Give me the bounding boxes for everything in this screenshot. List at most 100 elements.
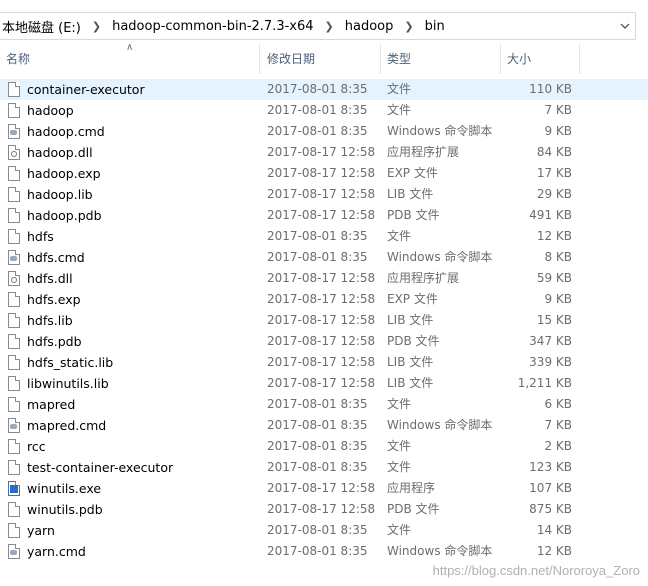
- file-name: yarn.cmd: [27, 544, 86, 559]
- file-modified-date: 2017-08-01 8:35: [267, 523, 368, 537]
- breadcrumb-folder-hadoop-common[interactable]: hadoop-common-bin-2.7.3-x64: [110, 19, 315, 34]
- file-size: 339 KB: [529, 355, 572, 369]
- address-bar[interactable]: 本地磁盘 (E:) ❯ hadoop-common-bin-2.7.3-x64 …: [0, 12, 636, 40]
- file-modified-date: 2017-08-01 8:35: [267, 250, 368, 264]
- breadcrumb-folder-bin[interactable]: bin: [423, 19, 447, 34]
- file-name: container-executor: [27, 82, 145, 97]
- chevron-right-icon[interactable]: ❯: [83, 20, 110, 33]
- file-row[interactable]: hadoop.exp 2017-08-17 12:58 EXP 文件 17 KB: [0, 163, 648, 184]
- column-divider[interactable]: [259, 44, 260, 74]
- file-size: 12 KB: [536, 544, 572, 558]
- file-modified-date: 2017-08-17 12:58: [267, 334, 376, 348]
- file-name: rcc: [27, 439, 46, 454]
- file-row[interactable]: yarn.cmd 2017-08-01 8:35 Windows 命令脚本 12 KB: [0, 541, 648, 562]
- address-history-button[interactable]: [615, 13, 635, 39]
- file-row[interactable]: mapred 2017-08-01 8:35 文件 6 KB: [0, 394, 648, 415]
- file-row[interactable]: hdfs.cmd 2017-08-01 8:35 Windows 命令脚本 8 KB: [0, 247, 648, 268]
- file-row[interactable]: mapred.cmd 2017-08-01 8:35 Windows 命令脚本 7 K…: [0, 415, 648, 436]
- file-icon: [8, 187, 20, 202]
- chevron-right-icon[interactable]: ❯: [316, 20, 343, 33]
- file-size: 7 KB: [544, 418, 572, 432]
- file-type: Windows 命令脚本: [387, 124, 493, 138]
- file-icon: [8, 397, 20, 412]
- file-row[interactable]: rcc 2017-08-01 8:35 文件 2 KB: [0, 436, 648, 457]
- exe-icon: [8, 481, 20, 496]
- column-divider[interactable]: [579, 44, 580, 74]
- file-size: 6 KB: [544, 397, 572, 411]
- breadcrumb-drive[interactable]: 本地磁盘 (E:): [0, 17, 83, 36]
- file-row[interactable]: test-container-executor 2017-08-01 8:35 文件…: [0, 457, 648, 478]
- file-modified-date: 2017-08-01 8:35: [267, 418, 368, 432]
- file-row[interactable]: winutils.pdb 2017-08-17 12:58 PDB 文件 875 KB: [0, 499, 648, 520]
- file-size: 7 KB: [544, 103, 572, 117]
- file-type: 文件: [387, 103, 412, 117]
- file-icon: [8, 208, 20, 223]
- file-modified-date: 2017-08-01 8:35: [267, 103, 368, 117]
- file-row[interactable]: hadoop 2017-08-01 8:35 文件 7 KB: [0, 100, 648, 121]
- file-icon: [8, 103, 20, 118]
- file-type: 文件: [387, 82, 412, 96]
- file-icon: [8, 460, 20, 475]
- file-size: 107 KB: [529, 481, 572, 495]
- column-header-date[interactable]: 修改日期: [261, 44, 380, 74]
- file-type: LIB 文件: [387, 187, 434, 201]
- breadcrumb-folder-hadoop[interactable]: hadoop: [343, 19, 396, 34]
- file-icon: [8, 502, 20, 517]
- cmd-script-icon: [8, 418, 20, 433]
- file-modified-date: 2017-08-01 8:35: [267, 82, 368, 96]
- file-name: hdfs.pdb: [27, 334, 82, 349]
- column-header-name[interactable]: 名称: [0, 44, 259, 74]
- file-modified-date: 2017-08-17 12:58: [267, 292, 376, 306]
- file-icon: [8, 292, 20, 307]
- file-row[interactable]: container-executor 2017-08-01 8:35 文件 110 K…: [0, 79, 648, 100]
- column-header-size[interactable]: 大小: [501, 44, 579, 74]
- file-row[interactable]: hdfs_static.lib 2017-08-17 12:58 LIB 文件 339…: [0, 352, 648, 373]
- file-row[interactable]: hadoop.lib 2017-08-17 12:58 LIB 文件 29 KB: [0, 184, 648, 205]
- file-name: hadoop: [27, 103, 74, 118]
- file-type: LIB 文件: [387, 355, 434, 369]
- file-type: 文件: [387, 523, 412, 537]
- file-type: PDB 文件: [387, 502, 440, 516]
- watermark: https://blog.csdn.net/Nororoya_Zoro: [432, 563, 640, 578]
- file-row[interactable]: winutils.exe 2017-08-17 12:58 应用程序 107 KB: [0, 478, 648, 499]
- file-size: 8 KB: [544, 250, 572, 264]
- file-row[interactable]: hdfs.pdb 2017-08-17 12:58 PDB 文件 347 KB: [0, 331, 648, 352]
- file-name: hadoop.cmd: [27, 124, 105, 139]
- file-row[interactable]: hdfs.lib 2017-08-17 12:58 LIB 文件 15 KB: [0, 310, 648, 331]
- file-icon: [8, 166, 20, 181]
- file-row[interactable]: hdfs.exp 2017-08-17 12:58 EXP 文件 9 KB: [0, 289, 648, 310]
- file-row[interactable]: hadoop.dll 2017-08-17 12:58 应用程序扩展 84 KB: [0, 142, 648, 163]
- file-modified-date: 2017-08-17 12:58: [267, 145, 376, 159]
- file-size: 15 KB: [536, 313, 572, 327]
- file-name: hdfs.lib: [27, 313, 73, 328]
- cmd-script-icon: [8, 544, 20, 559]
- column-header-type[interactable]: 类型: [381, 44, 500, 74]
- file-name: hadoop.exp: [27, 166, 101, 181]
- file-row[interactable]: hadoop.cmd 2017-08-01 8:35 Windows 命令脚本 9 K…: [0, 121, 648, 142]
- chevron-down-icon: [620, 23, 630, 29]
- file-name: hdfs.exp: [27, 292, 81, 307]
- file-type: PDB 文件: [387, 334, 440, 348]
- file-name: winutils.exe: [27, 481, 102, 496]
- file-type: 应用程序扩展: [387, 271, 460, 285]
- file-type: LIB 文件: [387, 376, 434, 390]
- file-modified-date: 2017-08-01 8:35: [267, 229, 368, 243]
- file-modified-date: 2017-08-17 12:58: [267, 208, 376, 222]
- file-row[interactable]: hdfs 2017-08-01 8:35 文件 12 KB: [0, 226, 648, 247]
- file-icon: [8, 82, 20, 97]
- file-modified-date: 2017-08-01 8:35: [267, 397, 368, 411]
- file-name: hadoop.dll: [27, 145, 93, 160]
- file-type: 文件: [387, 460, 412, 474]
- file-type: Windows 命令脚本: [387, 418, 493, 432]
- file-row[interactable]: hadoop.pdb 2017-08-17 12:58 PDB 文件 491 KB: [0, 205, 648, 226]
- file-size: 59 KB: [536, 271, 572, 285]
- file-modified-date: 2017-08-01 8:35: [267, 124, 368, 138]
- file-name: mapred.cmd: [27, 418, 107, 433]
- file-row[interactable]: yarn 2017-08-01 8:35 文件 14 KB: [0, 520, 648, 541]
- file-type: 应用程序: [387, 481, 436, 495]
- file-type: 文件: [387, 229, 412, 243]
- file-row[interactable]: libwinutils.lib 2017-08-17 12:58 LIB 文件 1,2…: [0, 373, 648, 394]
- file-type: 文件: [387, 439, 412, 453]
- file-row[interactable]: hdfs.dll 2017-08-17 12:58 应用程序扩展 59 KB: [0, 268, 648, 289]
- chevron-right-icon[interactable]: ❯: [395, 20, 422, 33]
